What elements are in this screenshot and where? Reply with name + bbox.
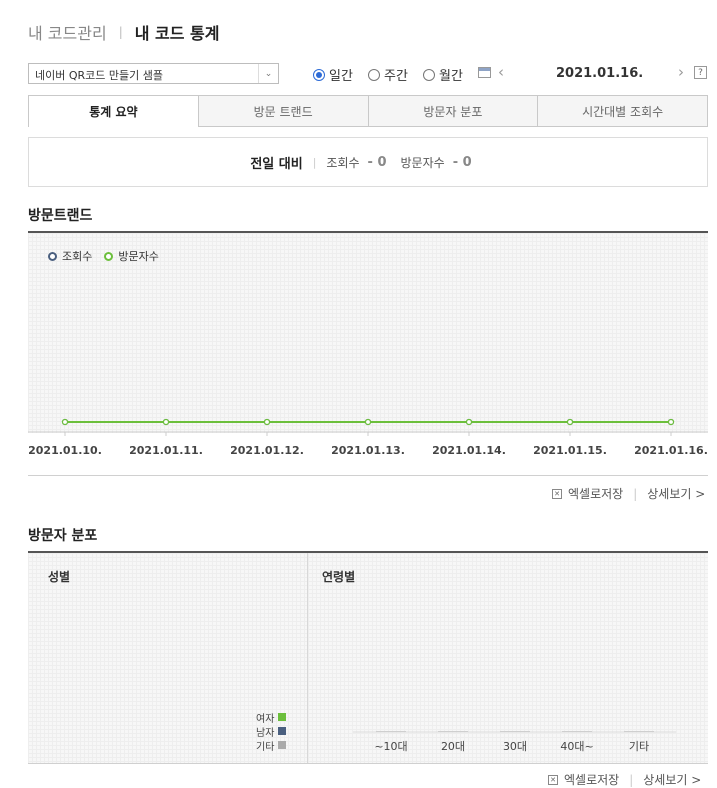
trend-line-chart: 2021.01.10. 2021.01.11. 2021.01.12. 2021.01… <box>28 418 708 457</box>
data-point <box>364 418 372 426</box>
age-category-label: 기타 <box>629 740 649 753</box>
x-tick-label: 2021.01.10. <box>28 444 102 457</box>
age-bar <box>438 731 468 732</box>
detail-view-link[interactable]: 상세보기 > <box>647 485 705 502</box>
distribution-actions: ✕ 엑셀로저장 | 상세보기 > <box>548 771 701 788</box>
tab-visitor-distribution[interactable]: 방문자 분포 <box>368 95 539 127</box>
gender-legend-female: 여자 <box>256 710 296 725</box>
x-tick-label: 2021.01.14. <box>432 444 506 457</box>
summary-box: 전일 대비 | 조회수 - 0 방문자수 - 0 <box>28 137 708 187</box>
radio-unchecked-icon <box>423 68 435 81</box>
gender-legend-male: 남자 <box>256 724 296 739</box>
divider: | <box>312 155 317 169</box>
summary-label: 전일 대비 <box>250 156 303 172</box>
period-radio-label: 주간 <box>384 69 408 84</box>
gender-legend-label: 여자 <box>256 713 275 725</box>
legend-swatch-icon <box>278 713 287 721</box>
excel-icon: ✕ <box>552 488 562 499</box>
age-bar-chart: ~10대 20대 30대 40대~ 기타 <box>353 731 676 753</box>
breadcrumb-separator: | <box>118 25 123 39</box>
x-tick-label: 2021.01.12. <box>230 444 304 457</box>
period-radio-daily[interactable]: 일간 <box>313 65 353 84</box>
visitors-change-value: - 0 <box>452 154 472 170</box>
gender-legend-label: 남자 <box>256 727 275 739</box>
age-category-label: 40대~ <box>560 740 593 753</box>
period-radio-label: 월간 <box>439 69 463 84</box>
next-date-chevron-icon[interactable]: › <box>678 63 684 81</box>
x-tick-label: 2021.01.13. <box>331 444 405 457</box>
breadcrumb-parent-link[interactable]: 내 코드관리 <box>28 20 107 44</box>
period-radio-label: 일간 <box>329 69 353 84</box>
data-point <box>162 418 170 426</box>
tab-visit-trend[interactable]: 방문 트랜드 <box>198 95 369 127</box>
data-point <box>465 418 473 426</box>
x-tick-label: 2021.01.15. <box>533 444 607 457</box>
excel-icon: ✕ <box>548 774 558 785</box>
data-point <box>61 418 69 426</box>
age-bar <box>376 731 406 732</box>
tab-summary[interactable]: 통계 요약 <box>28 95 199 127</box>
excel-save-link[interactable]: 엑셀로저장 <box>564 771 619 788</box>
gender-legend-label: 기타 <box>256 741 275 753</box>
gender-legend-other: 기타 <box>256 738 296 753</box>
calendar-icon[interactable] <box>478 67 491 78</box>
views-change-value: - 0 <box>367 154 387 170</box>
gender-chart-label: 성별 <box>48 570 71 584</box>
help-icon[interactable]: ? <box>694 66 707 79</box>
selected-date: 2021.01.16. <box>556 66 644 81</box>
age-bar <box>500 731 530 732</box>
distribution-section-title: 방문자 분포 <box>28 528 98 544</box>
age-category-label: ~10대 <box>374 740 407 753</box>
radio-checked-icon <box>313 68 325 81</box>
stats-tabs: 통계 요약 방문 트랜드 방문자 분포 시간대별 조회수 <box>28 95 708 127</box>
period-radio-weekly[interactable]: 주간 <box>368 65 408 84</box>
data-point <box>263 418 271 426</box>
x-tick-label: 2021.01.16. <box>634 444 708 457</box>
age-category-label: 20대 <box>441 740 465 753</box>
chevron-down-icon[interactable]: ⌄ <box>258 64 278 83</box>
visitors-label: 방문자수 <box>400 155 445 170</box>
x-tick-label: 2021.01.11. <box>129 444 203 457</box>
views-label: 조회수 <box>326 155 360 170</box>
divider: | <box>629 772 634 787</box>
page-title: 내 코드 통계 <box>134 24 220 43</box>
code-select-value: 네이버 QR코드 만들기 샘플 <box>35 69 163 82</box>
breadcrumb: 내 코드관리 | 내 코드 통계 <box>28 20 219 44</box>
legend-swatch-icon <box>278 741 287 749</box>
trend-section-title: 방문트랜드 <box>28 208 93 224</box>
excel-save-link[interactable]: 엑셀로저장 <box>568 485 623 502</box>
legend-swatch-icon <box>278 727 287 735</box>
age-bar <box>562 731 592 732</box>
period-radio-monthly[interactable]: 월간 <box>423 65 463 84</box>
radio-unchecked-icon <box>368 68 380 81</box>
prev-date-chevron-icon[interactable]: ‹ <box>498 63 504 81</box>
data-point <box>566 418 574 426</box>
age-bar <box>624 731 654 732</box>
trend-actions: ✕ 엑셀로저장 | 상세보기 > <box>552 485 705 502</box>
code-select[interactable]: 네이버 QR코드 만들기 샘플 ⌄ <box>28 63 279 84</box>
detail-view-link[interactable]: 상세보기 > <box>643 771 701 788</box>
divider <box>28 475 708 476</box>
data-point <box>667 418 675 426</box>
gender-legend: 여자 남자 기타 <box>256 710 296 753</box>
divider <box>28 763 708 764</box>
tab-hourly-views[interactable]: 시간대별 조회수 <box>538 95 708 127</box>
divider: | <box>633 486 638 501</box>
age-category-label: 30대 <box>503 740 527 753</box>
